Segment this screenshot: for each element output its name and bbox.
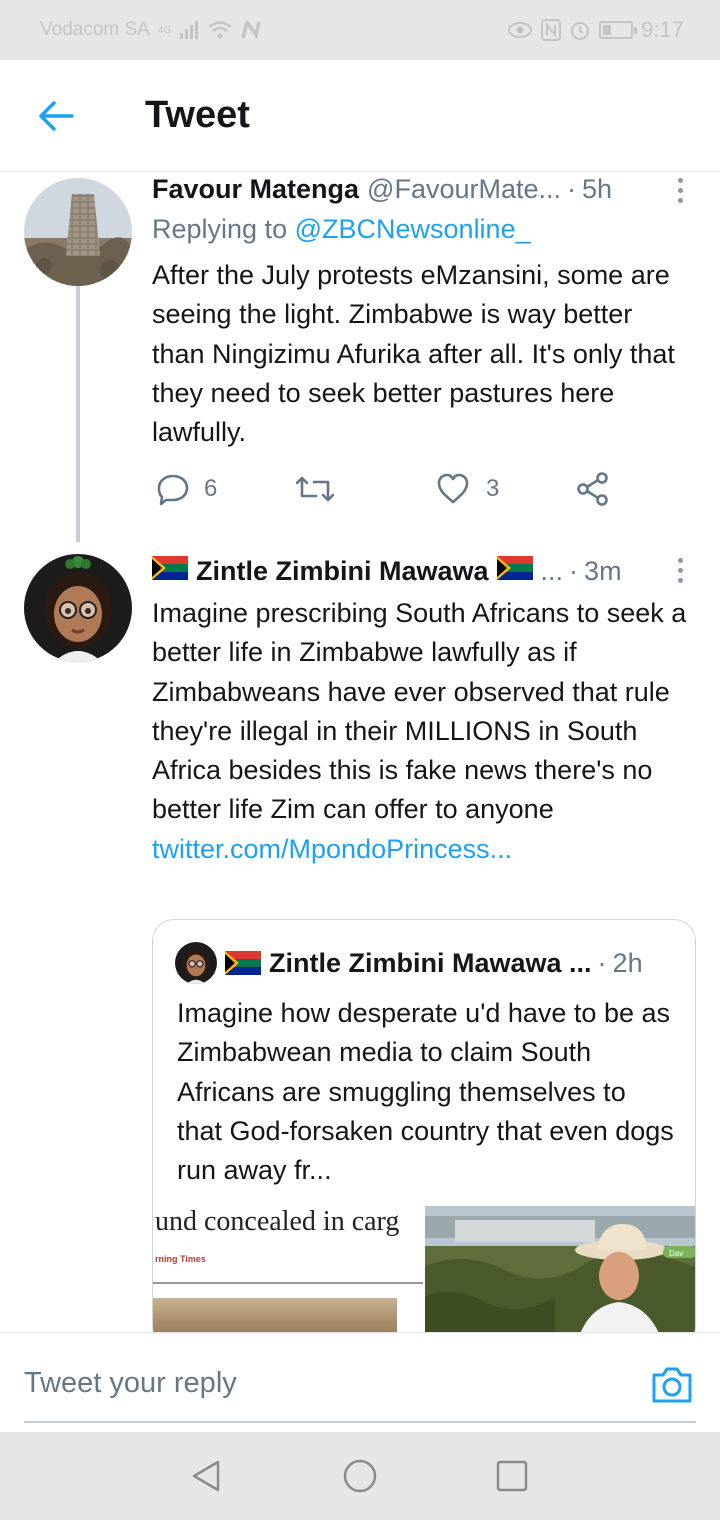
retweet-icon	[296, 476, 334, 502]
carrier-label: Vodacom SA	[40, 19, 150, 40]
n-logo-icon	[241, 21, 261, 39]
south-africa-flag-icon	[496, 556, 533, 580]
triangle-back-icon	[192, 1460, 220, 1492]
quoted-tweet-text: Imagine how desperate u'd have to be as …	[177, 998, 674, 1186]
timestamp[interactable]: 3m	[584, 556, 622, 587]
nav-recents-button[interactable]	[494, 1458, 530, 1494]
quoted-avatar	[175, 942, 217, 984]
replying-to: Replying to @ZBCNewsonline_	[152, 214, 531, 245]
battery-icon	[599, 21, 638, 39]
more-options-icon[interactable]	[670, 550, 690, 590]
arrow-left-icon	[39, 101, 74, 131]
alarm-icon	[571, 22, 590, 40]
mention-link[interactable]: @ZBCNewsonline_	[295, 214, 531, 244]
separator-dot: ·	[569, 556, 579, 586]
tweet-body: Imagine prescribing South Africans to se…	[152, 598, 687, 825]
signal-icon	[180, 21, 199, 39]
back-button[interactable]	[36, 96, 76, 136]
status-right: 9:17	[507, 17, 684, 43]
display-name[interactable]: Zintle Zimbini Mawawa	[196, 556, 489, 587]
avatar[interactable]	[24, 178, 132, 286]
avatar[interactable]	[24, 554, 132, 662]
reply-bar: Tweet your reply	[0, 1332, 720, 1432]
video-thumbnail[interactable]: Dav	[425, 1206, 695, 1348]
separator-dot: ·	[597, 947, 607, 978]
reply-icon	[157, 474, 189, 506]
display-name[interactable]: Favour Matenga	[152, 174, 359, 205]
user-handle[interactable]: @FavourMate...	[367, 174, 561, 205]
reply-button[interactable]: 6	[156, 472, 296, 506]
south-africa-flag-icon	[152, 556, 188, 580]
system-nav-bar	[0, 1432, 720, 1520]
share-icon	[577, 472, 608, 506]
retweet-button[interactable]	[296, 474, 436, 504]
clock: 9:17	[641, 17, 684, 42]
tweet-text: After the July protests eMzansini, some …	[152, 260, 675, 448]
thread-line	[76, 286, 80, 542]
tweet-text: Imagine prescribing South Africans to se…	[152, 594, 690, 869]
tweet-favour-matenga[interactable]: Favour Matenga @FavourMate... · 5h Reply…	[0, 172, 720, 542]
quoted-media[interactable]: und concealed in carg rning Times Dav	[153, 1206, 695, 1348]
tweet-header: Zintle Zimbini Mawawa ... · 3m	[152, 556, 660, 587]
battery-level	[603, 25, 612, 35]
camera-button[interactable]	[650, 1363, 694, 1407]
header: Tweet	[0, 60, 720, 172]
tweet-actions: 6 3	[156, 472, 610, 506]
wifi-icon	[208, 21, 232, 39]
video-tag: Dav	[669, 1249, 683, 1258]
replying-to-label: Replying to	[152, 214, 288, 244]
tweet-link[interactable]: twitter.com/MpondoPrincess...	[152, 834, 512, 864]
like-count: 3	[486, 475, 500, 502]
news-source: rning Times	[155, 1254, 206, 1264]
quoted-timestamp: 2h	[612, 947, 643, 978]
news-headline: und concealed in carg	[155, 1206, 400, 1237]
reply-input[interactable]: Tweet your reply	[24, 1367, 237, 1400]
quoted-display-name: Zintle Zimbini Mawawa ...	[269, 947, 592, 978]
camera-icon	[652, 1367, 692, 1403]
reply-count: 6	[204, 475, 218, 502]
south-africa-flag-icon	[225, 951, 261, 975]
square-recents-icon	[496, 1460, 528, 1492]
circle-home-icon	[343, 1459, 377, 1493]
more-options-icon[interactable]	[670, 170, 690, 210]
nav-back-button[interactable]	[188, 1458, 224, 1494]
news-divider	[153, 1282, 423, 1284]
nfc-icon	[541, 19, 562, 41]
eye-icon	[508, 22, 533, 38]
like-button[interactable]: 3	[436, 473, 576, 505]
separator-dot: ·	[567, 174, 577, 204]
timestamp[interactable]: 5h	[582, 174, 612, 205]
network-type: 4G	[157, 24, 172, 36]
user-handle[interactable]: ...	[541, 556, 564, 587]
tweet-header: Favour Matenga @FavourMate... · 5h	[152, 174, 660, 205]
quoted-tweet[interactable]: Zintle Zimbini Mawawa ... · 2h Imagine h…	[152, 919, 696, 1349]
page-title: Tweet	[145, 94, 250, 136]
status-bar: Vodacom SA 4G 9:17	[0, 0, 720, 60]
heart-icon	[437, 473, 469, 504]
share-button[interactable]	[576, 472, 610, 506]
news-clipping-image[interactable]: und concealed in carg rning Times	[153, 1206, 425, 1348]
status-left: Vodacom SA 4G	[40, 19, 263, 41]
nav-home-button[interactable]	[342, 1458, 378, 1494]
reply-input-underline	[24, 1421, 696, 1423]
quoted-tweet-header: Zintle Zimbini Mawawa ... · 2h	[175, 942, 679, 984]
